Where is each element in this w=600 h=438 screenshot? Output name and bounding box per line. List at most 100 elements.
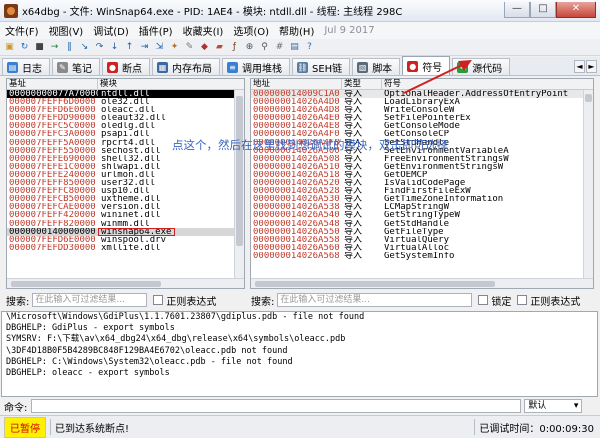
step-over-icon[interactable]: ↷ xyxy=(93,41,106,54)
module-row[interactable]: 000007FEFCB50000 uxtheme.dll xyxy=(7,195,244,203)
menu-plugins[interactable]: 插件(P) xyxy=(134,23,178,38)
symbol-row[interactable]: 000000014026A4D0 导入 LoadLibraryExA xyxy=(251,98,593,106)
symbols-search-input[interactable]: 在此输入可过滤结果... xyxy=(277,293,473,307)
menu-help[interactable]: 帮助(H) xyxy=(274,23,319,38)
symbol-type-cell: 导入 xyxy=(344,98,363,107)
symbols-lock-checkbox[interactable] xyxy=(478,295,489,305)
symbols-regex-checkbox[interactable] xyxy=(517,295,528,305)
tab-label: 内存布局 xyxy=(172,63,212,75)
modules-vertical-scrollbar[interactable] xyxy=(234,90,244,278)
module-row[interactable]: 000007FEFDD90000 oleaut32.dll xyxy=(7,114,244,122)
module-row[interactable]: 000007FEFD6E0000 oleacc.dll xyxy=(7,106,244,114)
tab-memory-map[interactable]: ▦ 内存布局 xyxy=(152,58,220,75)
module-row[interactable]: 000007FEFFC80000 usp10.dll xyxy=(7,187,244,195)
modules-search-input[interactable]: 在此输入可过滤结果... xyxy=(32,293,148,307)
menu-options[interactable]: 选项(O) xyxy=(228,23,274,38)
symbol-type-cell: 导入 xyxy=(344,154,363,163)
symbol-row[interactable]: 000000014026A518 导入 GetOEMCP xyxy=(251,171,593,179)
modules-horizontal-scrollbar[interactable] xyxy=(7,278,244,288)
function-icon[interactable]: ƒ xyxy=(228,41,241,54)
symbol-row[interactable]: 000000014026A4D8 导入 WriteConsoleW xyxy=(251,106,593,114)
symbol-row[interactable]: 000000014026A520 导入 IsValidCodePage xyxy=(251,179,593,187)
bookmark-icon[interactable]: ▰ xyxy=(213,41,226,54)
symbol-row[interactable]: 000000014026A568 导入 GetSystemInfo xyxy=(251,252,593,260)
tab-label: 日志 xyxy=(22,63,42,75)
symbol-row[interactable]: 000000014026A558 导入 VirtualQuery xyxy=(251,236,593,244)
label-icon[interactable]: ◆ xyxy=(198,41,211,54)
module-row[interactable]: 000007FEFF820000 winmm.dll xyxy=(7,220,244,228)
patch-icon[interactable]: ⊕ xyxy=(243,41,256,54)
log-pane[interactable]: \Microsoft\Windows\GdiPlus\1.1.7601.2380… xyxy=(1,311,598,397)
trace-over-icon[interactable]: ↑ xyxy=(123,41,136,54)
module-row[interactable]: 000007FEFCAE0000 version.dll xyxy=(7,203,244,211)
tab-breakpoints[interactable]: ● 断点 xyxy=(102,58,150,75)
module-row[interactable]: 0000000140000000 winsnap64.exe xyxy=(7,227,244,236)
symbols-search-bar: 搜索: 在此输入可过滤结果... 锁定 正则表达式 xyxy=(251,292,597,308)
module-row[interactable]: 00000000077A70000 ntdll.dll xyxy=(7,90,244,99)
module-row[interactable]: 000007FEFE1C0000 shlwapi.dll xyxy=(7,163,244,171)
run-icon[interactable]: → xyxy=(48,41,61,54)
command-input[interactable] xyxy=(31,399,522,413)
step-into-icon[interactable]: ↘ xyxy=(78,41,91,54)
modules-regex-checkbox[interactable] xyxy=(153,295,164,305)
module-row[interactable]: 000007FEFDD30000 xmllite.dll xyxy=(7,244,244,252)
menu-debug[interactable]: 调试(D) xyxy=(88,23,134,38)
symbol-row[interactable]: 000000014026A4E8 导入 GetConsoleMode xyxy=(251,122,593,130)
calculator-icon[interactable]: # xyxy=(273,41,286,54)
symbol-row[interactable]: 000000014026A550 导入 GetFileType xyxy=(251,228,593,236)
module-row[interactable]: 000007FEFF420000 wininet.dll xyxy=(7,211,244,219)
close-window-button[interactable]: ✕ xyxy=(556,1,596,18)
symbol-row[interactable]: 000000014026A538 导入 LCMapStringW xyxy=(251,203,593,211)
symbol-name-cell: GetStdHandle xyxy=(384,219,450,228)
symbols-horizontal-scrollbar[interactable] xyxy=(251,278,593,288)
execute-till-return-icon[interactable]: ⇥ xyxy=(138,41,151,54)
module-row[interactable]: 000007FEFF850000 user32.dll xyxy=(7,179,244,187)
symbol-name-cell: IsValidCodePage xyxy=(384,179,466,188)
comment-icon[interactable]: ✎ xyxy=(183,41,196,54)
symbol-address-cell: 000000014026A510 xyxy=(253,162,340,171)
symbol-row[interactable]: 000000014026A528 导入 FindFirstFileExW xyxy=(251,187,593,195)
module-row[interactable]: 000007FEFC5C0000 oledlg.dll xyxy=(7,122,244,130)
symbol-row[interactable]: 000000014026A508 导入 FreeEnvironmentStrings… xyxy=(251,155,593,163)
find-icon[interactable]: ⚲ xyxy=(258,41,271,54)
menu-favourites[interactable]: 收藏夹(I) xyxy=(178,23,229,38)
tab-call-stack[interactable]: ≡ 调用堆栈 xyxy=(222,58,290,75)
open-icon[interactable]: ▣ xyxy=(3,41,16,54)
trace-into-icon[interactable]: ↓ xyxy=(108,41,121,54)
run-to-user-code-icon[interactable]: ⇲ xyxy=(153,41,166,54)
tab-scroll-right-button[interactable]: ► xyxy=(586,60,597,73)
pause-icon[interactable]: ‖ xyxy=(63,41,76,54)
tab-seh-chain[interactable]: ⛓ SEH链 xyxy=(292,58,351,75)
column-header-module[interactable]: 模块 xyxy=(98,79,244,89)
minimize-button[interactable]: — xyxy=(504,1,530,18)
symbol-type-cell: 导入 xyxy=(344,106,363,115)
tab-notes[interactable]: ✎ 笔记 xyxy=(52,58,100,75)
restart-icon[interactable]: ↻ xyxy=(18,41,31,54)
module-row[interactable]: 000007FEFE690000 shell32.dll xyxy=(7,155,244,163)
symbol-row[interactable]: 000000014026A510 导入 GetEnvironmentStringsW xyxy=(251,163,593,171)
menu-view[interactable]: 视图(V) xyxy=(44,23,89,38)
command-mode-select[interactable]: 默认 xyxy=(524,399,583,413)
tab-script[interactable]: ▧ 脚本 xyxy=(352,58,401,75)
symbol-row[interactable]: 000000014026A540 导入 GetStringTypeW xyxy=(251,211,593,219)
symbol-row[interactable]: 000000014026A560 导入 VirtualAlloc xyxy=(251,244,593,252)
animate-icon[interactable]: ✦ xyxy=(168,41,181,54)
column-header-base[interactable]: 基址 xyxy=(7,79,98,89)
column-header-address[interactable]: 地址 xyxy=(251,79,342,89)
tab-log[interactable]: ▤ 日志 xyxy=(2,58,50,75)
symbol-row[interactable]: 000000014026A530 导入 GetTimeZoneInformation xyxy=(251,195,593,203)
help-icon[interactable]: ? xyxy=(303,41,316,54)
module-row[interactable]: 000007FEFD6E0000 winspool.drv xyxy=(7,236,244,244)
close-icon[interactable]: ■ xyxy=(33,41,46,54)
symbols-vertical-scrollbar[interactable] xyxy=(583,90,593,278)
tab-scroll-left-button[interactable]: ◄ xyxy=(574,60,585,73)
modules-regex-label: 正则表达式 xyxy=(166,296,217,308)
module-row[interactable]: 000007FEFF6D0000 ole32.dll xyxy=(7,98,244,106)
column-header-type[interactable]: 类型 xyxy=(342,79,382,89)
symbol-row[interactable]: 000000014026A4E0 导入 SetFilePointerEx xyxy=(251,114,593,122)
module-row[interactable]: 000007FEFE240000 urlmon.dll xyxy=(7,171,244,179)
symbol-row[interactable]: 000000014026A548 导入 GetStdHandle xyxy=(251,220,593,228)
memory-icon[interactable]: ▤ xyxy=(288,41,301,54)
maximize-button[interactable]: □ xyxy=(530,1,556,18)
menu-file[interactable]: 文件(F) xyxy=(0,23,44,38)
